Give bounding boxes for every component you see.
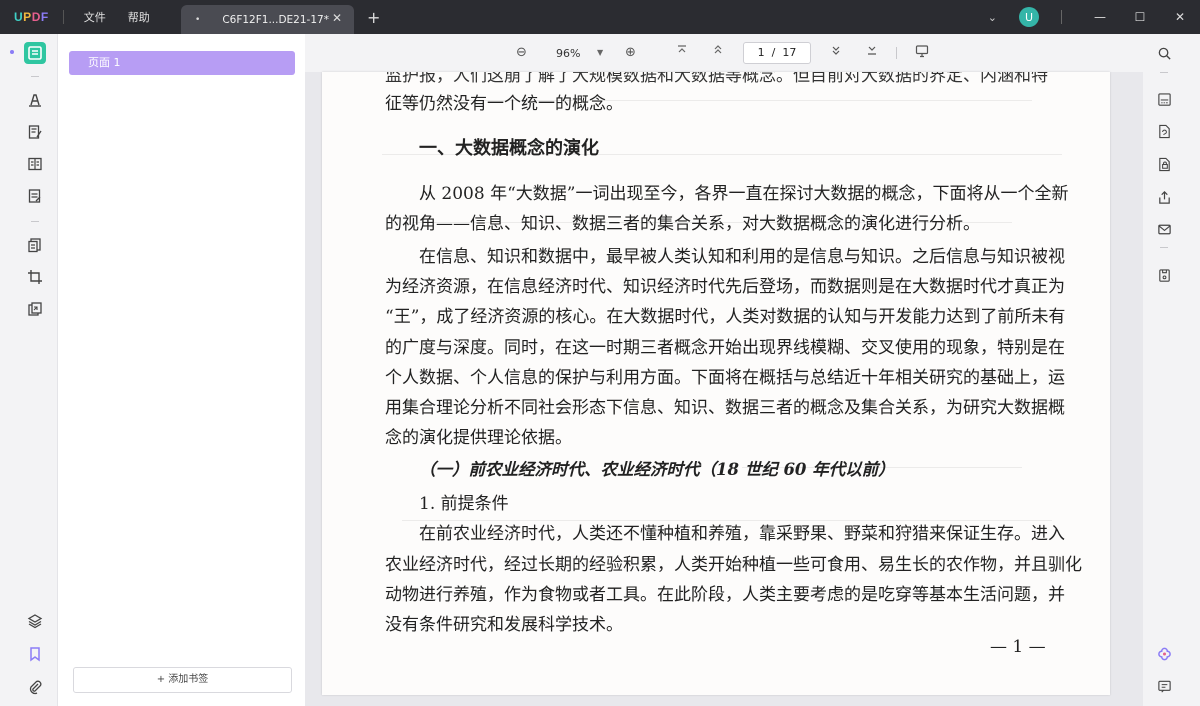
paragraph-line: 个人数据、个人信息的保护与利用方面。下面将在概括与总结近十年相关研究的基础上，运: [385, 368, 1065, 388]
menu-file[interactable]: 文件: [84, 9, 106, 25]
bookmark-item[interactable]: 页面 1: [69, 51, 295, 75]
organize-pages-icon[interactable]: [26, 155, 44, 173]
attachment-icon[interactable]: [26, 678, 44, 696]
document-viewer: ⊖ 96% ▼ ⊕ 1 / 17 监护报，人们这崩了解了大规模数据和大数据等概念…: [305, 34, 1143, 706]
chat-comment-icon[interactable]: [1156, 678, 1172, 694]
current-page: 1: [757, 46, 765, 59]
last-page-icon[interactable]: [866, 44, 878, 60]
ai-assistant-icon[interactable]: [1156, 646, 1172, 662]
title-divider-right: [1061, 10, 1062, 24]
list-heading: 1. 前提条件: [419, 494, 509, 514]
left-tool-rail: [0, 34, 57, 706]
paragraph-line: 征等仍然没有一个统一的概念。: [385, 94, 623, 114]
unsaved-dot-icon: •: [195, 14, 201, 25]
logo-letter-u: U: [14, 10, 24, 24]
rail-divider: [1160, 247, 1168, 248]
convert-icon[interactable]: [26, 236, 44, 254]
ocr-icon[interactable]: [1156, 91, 1172, 107]
paragraph-line: 为经济资源，在信息经济时代、知识经济时代先后登场，而数据则是在大数据时代才真正为: [385, 277, 1065, 297]
search-icon[interactable]: [1156, 45, 1172, 61]
clipped-text-line: 监护报，人们这崩了解了大规模数据和大数据等概念。但目前对大数据的界定、内涵和特: [385, 72, 1048, 86]
logo-letter-p: P: [23, 10, 32, 24]
paragraph-line: 在信息、知识和数据中，最早被人类认知和利用的是信息与知识。之后信息与知识被视: [419, 247, 1065, 267]
email-icon[interactable]: [1156, 221, 1172, 237]
title-bar: UPDF 文件 帮助 • C6F12F1...DE21-17* ✕ + ⌄ U …: [0, 0, 1200, 34]
share-icon[interactable]: [1156, 189, 1172, 205]
subsection-heading: （一）前农业经济时代、农业经济时代（18 世纪 60 年代以前）: [419, 460, 895, 479]
logo-letter-d: D: [31, 10, 41, 24]
compress-icon[interactable]: [26, 300, 44, 318]
zoom-out-icon[interactable]: ⊖: [516, 45, 527, 60]
paragraph-line: 没有条件研究和发展科学技术。: [385, 615, 623, 635]
paragraph-line: 农业经济时代，经过长期的经验积累，人类开始种植一些可食用、易生长的农作物，并且驯…: [385, 555, 1082, 575]
zoom-dropdown-icon[interactable]: ▼: [597, 48, 603, 57]
paragraph-line: 动物进行养殖，作为食物或者工具。在此阶段，人类主要考虑的是吃穿等基本生活问题，并: [385, 585, 1065, 605]
bookmark-icon[interactable]: [26, 645, 44, 663]
save-icon[interactable]: [1156, 267, 1172, 283]
form-icon[interactable]: [26, 187, 44, 205]
rail-divider: [1160, 72, 1168, 73]
tab-close-icon[interactable]: ✕: [332, 11, 342, 25]
previous-page-icon[interactable]: [712, 44, 724, 60]
reader-mode-icon[interactable]: [24, 42, 46, 64]
add-bookmark-button[interactable]: + 添加书签: [73, 667, 292, 693]
zoom-level[interactable]: 96%: [556, 47, 580, 60]
toolbar-divider: [896, 47, 897, 59]
presentation-icon[interactable]: [915, 44, 929, 62]
paragraph-line: 的广度与深度。同时，在这一时期三者概念开始出现界线模糊、交叉使用的现象，特别是在: [385, 338, 1065, 358]
comment-icon[interactable]: [26, 91, 44, 109]
rail-divider: [31, 76, 39, 77]
paragraph-line: 的视角——信息、知识、数据三者的集合关系，对大数据概念的演化进行分析。: [385, 214, 980, 234]
minimize-button[interactable]: —: [1080, 10, 1120, 24]
protect-icon[interactable]: [1156, 156, 1172, 172]
first-page-icon[interactable]: [676, 44, 688, 60]
app-logo[interactable]: UPDF: [14, 10, 49, 24]
zoom-in-icon[interactable]: ⊕: [625, 45, 636, 60]
page-number: — 1 —: [990, 637, 1046, 657]
next-page-icon[interactable]: [830, 44, 842, 60]
section-heading: 一、大数据概念的演化: [419, 138, 599, 159]
right-tool-rail: [1143, 34, 1200, 706]
paragraph-line: 用集合理论分析不同社会形态下信息、知识、数据三者的概念及集合关系，为研究大数据概: [385, 398, 1065, 418]
paragraph-line: 念的演化提供理论依据。: [385, 428, 572, 448]
layers-icon[interactable]: [26, 612, 44, 630]
paragraph-line: 在前农业经济时代，人类还不懂种植和养殖，靠采野果、野菜和狩猎来保证生存。进入: [419, 524, 1065, 544]
convert-file-icon[interactable]: [1156, 123, 1172, 139]
bookmark-panel: 页面 1 + 添加书签: [57, 34, 305, 706]
tab-title: C6F12F1...DE21-17*: [222, 13, 329, 26]
document-tab[interactable]: • C6F12F1...DE21-17* ✕: [181, 5, 354, 34]
edit-pdf-icon[interactable]: [26, 123, 44, 141]
vertical-scrollbar[interactable]: [1128, 72, 1136, 695]
avatar[interactable]: U: [1019, 7, 1039, 27]
maximize-button[interactable]: ☐: [1120, 10, 1160, 24]
indicator-dot-icon: [10, 50, 14, 54]
page-separator: /: [771, 46, 776, 59]
title-bar-right: ⌄ U — ☐ ✕: [988, 0, 1200, 34]
pdf-page: 监护报，人们这崩了解了大规模数据和大数据等概念。但目前对大数据的界定、内涵和特 …: [322, 72, 1110, 695]
page-number-input[interactable]: 1 / 17: [743, 42, 811, 64]
total-pages: 17: [782, 46, 797, 59]
close-window-button[interactable]: ✕: [1160, 10, 1200, 24]
paragraph-line: “王”，成了经济资源的核心。在大数据时代，人类对数据的认知与开发能力达到了前所未…: [385, 307, 1066, 327]
menu-help[interactable]: 帮助: [128, 9, 150, 25]
chevron-down-icon[interactable]: ⌄: [988, 11, 997, 24]
crop-icon[interactable]: [26, 268, 44, 286]
rail-divider: [31, 221, 39, 222]
view-toolbar: ⊖ 96% ▼ ⊕ 1 / 17: [305, 34, 1143, 72]
new-tab-button[interactable]: +: [367, 8, 380, 27]
logo-letter-f: F: [40, 10, 49, 24]
paragraph-line: 从 2008 年“大数据”一词出现至今，各界一直在探讨大数据的概念，下面将从一个…: [419, 184, 1069, 204]
title-divider: [62, 10, 64, 24]
